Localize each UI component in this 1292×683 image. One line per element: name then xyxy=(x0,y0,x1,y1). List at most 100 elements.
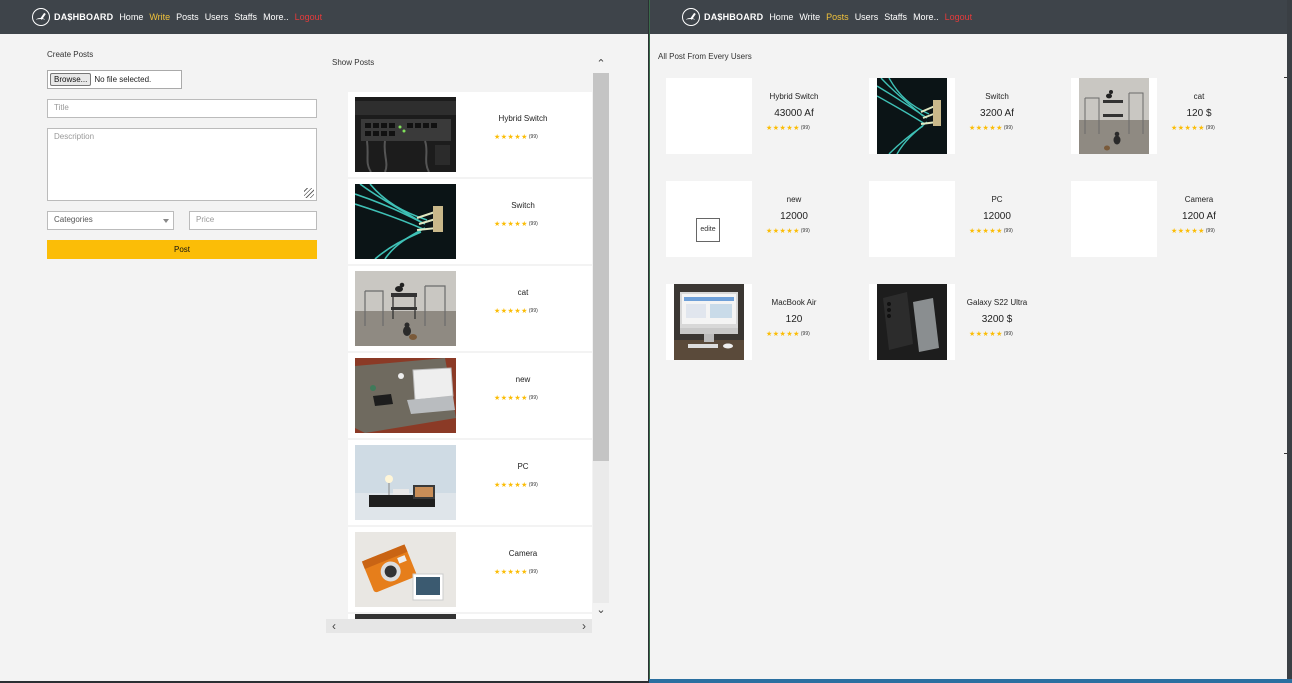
post-image-imac-desk xyxy=(674,284,744,360)
rating-stars: ★★★★★ xyxy=(1171,125,1205,132)
chevron-up-icon[interactable]: ⌃ xyxy=(593,57,609,71)
post-image-blank xyxy=(666,78,752,154)
nav-more[interactable]: More.. xyxy=(913,12,939,22)
nav-write[interactable]: Write xyxy=(799,12,820,22)
all-posts-heading: All Post From Every Users xyxy=(658,52,752,61)
post-title: Camera xyxy=(1184,195,1214,204)
post-image-phone-dark xyxy=(877,284,947,360)
post-card[interactable]: PC ★★★★★ (99) xyxy=(348,440,592,525)
post-image-cats-room xyxy=(355,271,456,346)
rating-count: (99) xyxy=(528,221,538,227)
post-price: 12000 xyxy=(780,211,808,222)
top-navbar: DA$HBOARD Home Write Posts Users Staffs … xyxy=(650,0,1287,34)
category-value: Categories xyxy=(54,215,93,224)
resize-grip-icon[interactable] xyxy=(304,188,314,198)
horizontal-scrollbar[interactable]: ‹ › xyxy=(326,619,592,633)
file-status: No file selected. xyxy=(94,75,152,84)
rating: ★★★★★ (99) xyxy=(969,227,1013,235)
rating-count: (99) xyxy=(800,125,810,131)
post-thumb xyxy=(666,284,752,360)
post-title: Switch xyxy=(511,201,535,210)
title-input[interactable]: Title xyxy=(47,99,317,118)
grid-post-card[interactable]: PC 12000 ★★★★★ (99) xyxy=(869,181,1056,257)
nav-logout[interactable]: Logout xyxy=(295,12,323,22)
nav-posts[interactable]: Posts xyxy=(826,12,849,22)
nav-posts[interactable]: Posts xyxy=(176,12,199,22)
post-image-fiber-cables xyxy=(877,78,947,154)
scroll-thumb[interactable] xyxy=(593,73,609,461)
brand-logo[interactable]: DA$HBOARD xyxy=(682,8,763,26)
rating-count: (99) xyxy=(800,331,810,337)
rating-stars: ★★★★★ xyxy=(766,228,800,235)
post-card[interactable]: Hybrid Switch ★★★★★ (99) xyxy=(348,92,592,177)
rating: ★★★★★ (99) xyxy=(969,330,1013,338)
rating-stars: ★★★★★ xyxy=(969,331,1003,338)
speedometer-icon xyxy=(32,8,50,26)
post-card[interactable]: cat ★★★★★ (99) xyxy=(348,266,592,351)
post-price: 12000 xyxy=(983,211,1011,222)
browse-button[interactable]: Browse... xyxy=(50,73,92,86)
post-thumb xyxy=(1071,78,1157,154)
post-image-laptop-desk xyxy=(355,358,456,433)
rating-count: (99) xyxy=(528,308,538,314)
nav-home[interactable]: Home xyxy=(119,12,143,22)
post-image-blank xyxy=(869,181,955,257)
nav-staffs[interactable]: Staffs xyxy=(234,12,257,22)
rating: ★★★★★ (99) xyxy=(494,307,538,315)
posts-scroll-area[interactable]: Hybrid Switch ★★★★★ (99) Switch ★★★★★ (99) xyxy=(338,83,592,619)
post-price: 1200 Af xyxy=(1182,211,1216,222)
post-card[interactable]: new ★★★★★ (99) xyxy=(348,353,592,438)
chevron-right-icon[interactable]: › xyxy=(576,619,592,633)
rating-stars: ★★★★★ xyxy=(494,569,528,576)
post-image-fiber-cables xyxy=(355,184,456,259)
grid-post-card[interactable]: Hybrid Switch 43000 Af ★★★★★ (99) xyxy=(666,78,853,154)
chevron-left-icon[interactable]: ‹ xyxy=(326,619,342,633)
rating-count: (99) xyxy=(1205,125,1215,131)
grid-post-card[interactable]: cat 120 $ ★★★★★ (99) xyxy=(1071,78,1258,154)
nav-home[interactable]: Home xyxy=(769,12,793,22)
nav-write[interactable]: Write xyxy=(149,12,170,22)
rating: ★★★★★ (99) xyxy=(1171,227,1215,235)
rating-count: (99) xyxy=(1003,331,1013,337)
category-select[interactable]: Categories xyxy=(47,211,174,230)
nav-users[interactable]: Users xyxy=(205,12,229,22)
nav-more[interactable]: More.. xyxy=(263,12,289,22)
rating: ★★★★★ (99) xyxy=(766,124,810,132)
rating-stars: ★★★★★ xyxy=(1171,228,1205,235)
rating-stars: ★★★★★ xyxy=(969,125,1003,132)
post-thumb xyxy=(869,284,955,360)
nav-staffs[interactable]: Staffs xyxy=(884,12,907,22)
post-title: cat xyxy=(517,288,529,297)
grid-post-card[interactable]: edite new 12000 ★★★★★ (99) xyxy=(666,181,853,257)
post-title: new xyxy=(786,195,802,204)
brand-logo[interactable]: DA$HBOARD xyxy=(32,8,113,26)
description-textarea[interactable]: Description xyxy=(47,128,317,201)
post-image-blank xyxy=(1071,181,1157,257)
write-window: DA$HBOARD Home Write Posts Users Staffs … xyxy=(0,0,648,681)
nav-users[interactable]: Users xyxy=(855,12,879,22)
post-card[interactable]: Camera ★★★★★ (99) xyxy=(348,527,592,612)
rating-stars: ★★★★★ xyxy=(766,331,800,338)
grid-post-card[interactable]: MacBook Air 120 ★★★★★ (99) xyxy=(666,284,853,360)
grid-post-card[interactable]: Switch 3200 Af ★★★★★ (99) xyxy=(869,78,1056,154)
vertical-scrollbar[interactable]: ⌃ ⌄ xyxy=(593,57,609,619)
post-image-cats-room xyxy=(1079,78,1149,154)
rating-stars: ★★★★★ xyxy=(969,228,1003,235)
rating-stars: ★★★★★ xyxy=(494,308,528,315)
post-price: 120 xyxy=(785,314,803,325)
grid-post-card[interactable]: Camera 1200 Af ★★★★★ (99) xyxy=(1071,181,1258,257)
chevron-down-icon[interactable]: ⌄ xyxy=(593,603,609,617)
post-title: cat xyxy=(1193,92,1205,101)
desktop-edge xyxy=(1287,0,1292,683)
post-button[interactable]: Post xyxy=(47,240,317,259)
file-input[interactable]: Browse... No file selected. xyxy=(47,70,182,89)
post-title: new xyxy=(515,375,531,384)
post-title: Camera xyxy=(508,549,538,558)
edit-button[interactable]: edite xyxy=(696,218,720,242)
brand-name: DA$HBOARD xyxy=(704,12,764,22)
rating-count: (99) xyxy=(1205,228,1215,234)
post-card[interactable]: Switch ★★★★★ (99) xyxy=(348,179,592,264)
grid-post-card[interactable]: Galaxy S22 Ultra 3200 $ ★★★★★ (99) xyxy=(869,284,1056,360)
nav-logout[interactable]: Logout xyxy=(945,12,973,22)
price-input[interactable]: Price xyxy=(189,211,317,230)
